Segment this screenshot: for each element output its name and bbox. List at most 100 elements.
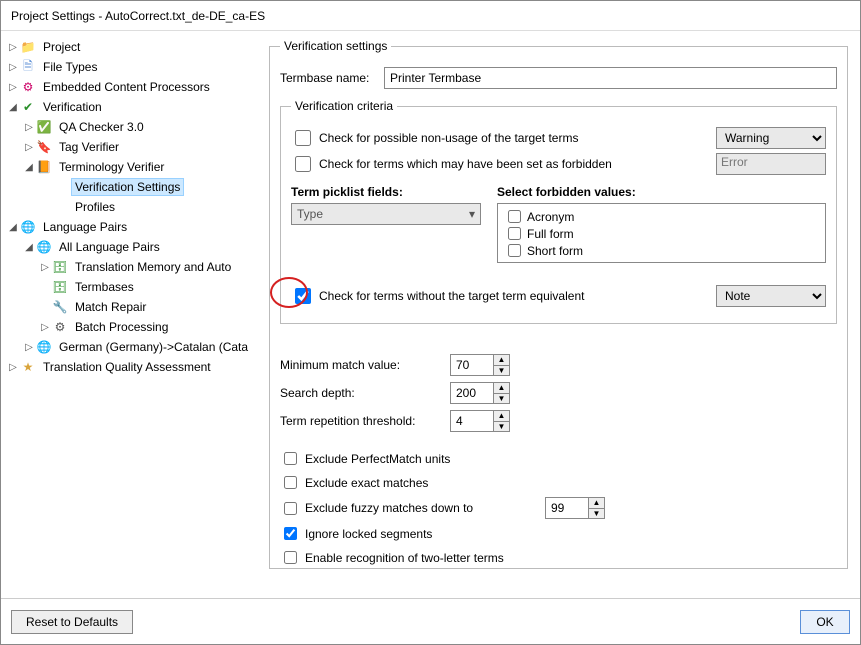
- forbidden-values-listbox[interactable]: Acronym Full form Short form: [497, 203, 826, 263]
- forbidden-values-header: Select forbidden values:: [497, 185, 826, 199]
- expand-icon[interactable]: ▷: [7, 362, 19, 373]
- file-icon: 🗎: [20, 59, 36, 75]
- tree-label: Profiles: [71, 198, 119, 216]
- tree-item-language-pairs[interactable]: ◢ 🌐 Language Pairs: [7, 217, 263, 237]
- collapse-icon[interactable]: ◢: [7, 222, 19, 233]
- database-icon: 🗄: [52, 279, 68, 295]
- tree-item-all-language-pairs[interactable]: ◢ 🌐 All Language Pairs: [7, 237, 263, 257]
- arrow-down-icon[interactable]: ▼: [493, 422, 509, 432]
- ok-button[interactable]: OK: [800, 610, 850, 634]
- check-nonusage-row: Check for possible non-usage of the targ…: [291, 127, 826, 149]
- checkbox[interactable]: [508, 227, 521, 240]
- reset-defaults-button[interactable]: Reset to Defaults: [11, 610, 133, 634]
- spinner-arrows[interactable]: ▲▼: [493, 411, 509, 431]
- expand-icon[interactable]: ▷: [23, 122, 35, 133]
- expand-icon[interactable]: ▷: [7, 42, 19, 53]
- checkbox-label: Exclude PerfectMatch units: [305, 452, 450, 466]
- tree-item-project[interactable]: ▷ 📁 Project: [7, 37, 263, 57]
- tree-label: Match Repair: [71, 298, 150, 316]
- project-settings-window: Project Settings - AutoCorrect.txt_de-DE…: [0, 0, 861, 645]
- database-icon: 🗄: [52, 259, 68, 275]
- forbidden-value-option[interactable]: Acronym: [504, 208, 819, 225]
- tree-label: Verification: [39, 98, 106, 116]
- check-nonusage-checkbox[interactable]: [295, 130, 311, 146]
- chevron-down-icon: ▾: [469, 207, 475, 221]
- check-icon: ✔: [20, 99, 36, 115]
- tree-label: Terminology Verifier: [55, 158, 168, 176]
- exclude-perfect-row: Exclude PerfectMatch units: [280, 449, 837, 468]
- collapse-icon[interactable]: ◢: [23, 162, 35, 173]
- tree-item-termbases[interactable]: 🗄 Termbases: [7, 277, 263, 297]
- arrow-down-icon[interactable]: ▼: [493, 366, 509, 376]
- tree-item-batch[interactable]: ▷ ⚙ Batch Processing: [7, 317, 263, 337]
- termbase-name-input[interactable]: [384, 67, 837, 89]
- spinner-arrows[interactable]: ▲▼: [588, 498, 604, 518]
- tag-icon: 🔖: [36, 139, 52, 155]
- checkbox[interactable]: [508, 244, 521, 257]
- tree-item-tqa[interactable]: ▷ ★ Translation Quality Assessment: [7, 357, 263, 377]
- gear-icon: ⚙: [20, 79, 36, 95]
- collapse-icon[interactable]: ◢: [7, 102, 19, 113]
- tree-item-embedded[interactable]: ▷ ⚙ Embedded Content Processors: [7, 77, 263, 97]
- picklist-type-select[interactable]: Type ▾: [291, 203, 481, 225]
- min-match-row: Minimum match value: 70 ▲▼: [280, 354, 837, 376]
- termbase-name-label: Termbase name:: [280, 71, 384, 85]
- tree-item-tag-verifier[interactable]: ▷ 🔖 Tag Verifier: [7, 137, 263, 157]
- expand-icon[interactable]: ▷: [7, 62, 19, 73]
- arrow-down-icon[interactable]: ▼: [493, 394, 509, 404]
- option-label: Full form: [527, 227, 574, 241]
- tree-item-match-repair[interactable]: 🔧 Match Repair: [7, 297, 263, 317]
- globe-icon: 🌐: [20, 219, 36, 235]
- search-depth-spinner[interactable]: 200 ▲▼: [450, 382, 510, 404]
- exclude-perfect-checkbox[interactable]: [284, 452, 297, 465]
- expand-icon[interactable]: ▷: [39, 322, 51, 333]
- tree-label: File Types: [39, 58, 101, 76]
- ignore-locked-checkbox[interactable]: [284, 527, 297, 540]
- check-no-target-checkbox[interactable]: [295, 288, 311, 304]
- expand-icon[interactable]: ▷: [39, 262, 51, 273]
- two-letter-row: Enable recognition of two-letter terms: [280, 548, 837, 567]
- min-match-label: Minimum match value:: [280, 358, 450, 372]
- check-forbidden-checkbox[interactable]: [295, 156, 311, 172]
- exclude-exact-checkbox[interactable]: [284, 476, 297, 489]
- severity-no-target-select[interactable]: Note: [716, 285, 826, 307]
- tree-item-tm[interactable]: ▷ 🗄 Translation Memory and Auto: [7, 257, 263, 277]
- two-letter-checkbox[interactable]: [284, 551, 297, 564]
- expand-icon[interactable]: ▷: [23, 342, 35, 353]
- expand-icon[interactable]: ▷: [23, 142, 35, 153]
- severity-nonusage-select[interactable]: Warning: [716, 127, 826, 149]
- tree-item-verification[interactable]: ◢ ✔ Verification: [7, 97, 263, 117]
- folder-icon: 📁: [20, 39, 36, 55]
- arrow-up-icon[interactable]: ▲: [588, 498, 604, 509]
- expand-icon[interactable]: ▷: [7, 82, 19, 93]
- exclude-fuzzy-checkbox[interactable]: [284, 502, 297, 515]
- tree-item-terminology-verifier[interactable]: ◢ 📙 Terminology Verifier: [7, 157, 263, 177]
- spinner-arrows[interactable]: ▲▼: [493, 355, 509, 375]
- arrow-up-icon[interactable]: ▲: [493, 383, 509, 394]
- rep-threshold-spinner[interactable]: 4 ▲▼: [450, 410, 510, 432]
- collapse-icon[interactable]: ◢: [23, 242, 35, 253]
- expand-icon: [39, 182, 51, 193]
- footer: Reset to Defaults OK: [1, 598, 860, 644]
- book-icon: 📙: [36, 159, 52, 175]
- tree-item-verification-settings[interactable]: Verification Settings: [7, 177, 263, 197]
- group-legend: Verification settings: [280, 39, 391, 53]
- check-forbidden-row: Check for terms which may have been set …: [291, 153, 826, 175]
- tree-item-profiles[interactable]: Profiles: [7, 197, 263, 217]
- option-label: Acronym: [527, 210, 574, 224]
- spinner-arrows[interactable]: ▲▼: [493, 383, 509, 403]
- arrow-up-icon[interactable]: ▲: [493, 355, 509, 366]
- min-match-spinner[interactable]: 70 ▲▼: [450, 354, 510, 376]
- forbidden-value-option[interactable]: Full form: [504, 225, 819, 242]
- arrow-down-icon[interactable]: ▼: [588, 509, 604, 519]
- tree-item-german[interactable]: ▷ 🌐 German (Germany)->Catalan (Cata: [7, 337, 263, 357]
- spinner-value: 99: [551, 501, 564, 515]
- exclude-fuzzy-spinner[interactable]: 99 ▲▼: [545, 497, 605, 519]
- tree-item-qa-checker[interactable]: ▷ ✅ QA Checker 3.0: [7, 117, 263, 137]
- checkbox[interactable]: [508, 210, 521, 223]
- arrow-up-icon[interactable]: ▲: [493, 411, 509, 422]
- forbidden-value-option[interactable]: Short form: [504, 242, 819, 259]
- check-icon: ✅: [36, 119, 52, 135]
- tree-item-file-types[interactable]: ▷ 🗎 File Types: [7, 57, 263, 77]
- severity-forbidden-select: Error: [716, 153, 826, 175]
